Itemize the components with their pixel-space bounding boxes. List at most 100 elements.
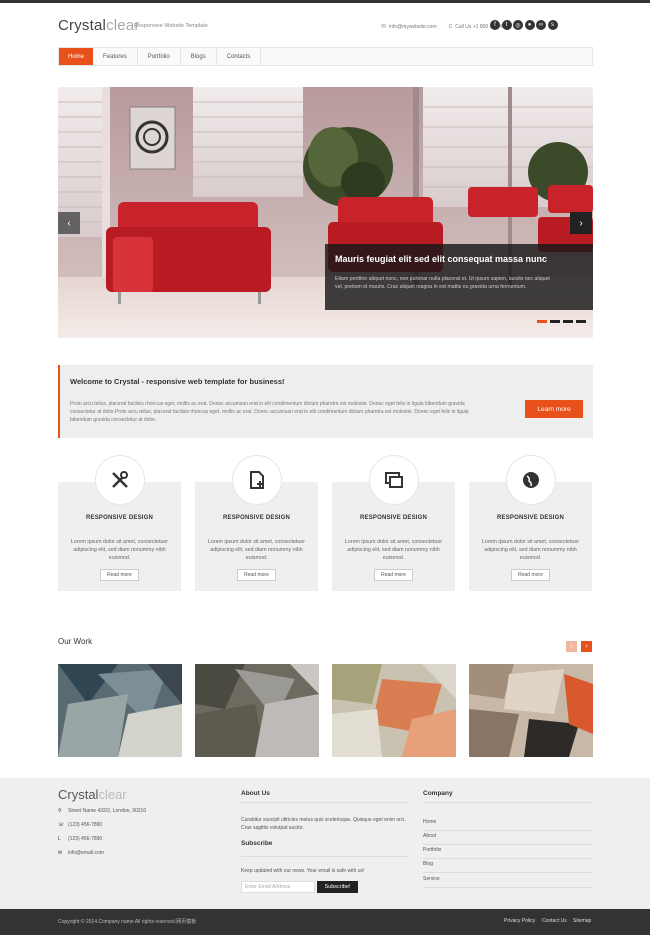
welcome-box: Welcome to Crystal - responsive web temp… xyxy=(58,365,593,438)
slider-dot[interactable] xyxy=(576,320,586,323)
slider-next-button[interactable]: › xyxy=(570,212,592,234)
divider xyxy=(423,802,592,803)
company-link-home[interactable]: Home xyxy=(423,819,436,825)
feature-text: Lorem ipsum dolor sit amet, consectetuer… xyxy=(481,539,580,561)
sitemap-link[interactable]: Sitemap xyxy=(573,918,591,924)
feature-title: RESPONSIVE DESIGN xyxy=(85,515,154,521)
phone-prefix: C xyxy=(448,23,453,30)
tools-icon xyxy=(112,471,128,488)
nav-item-blogs[interactable]: Blogs xyxy=(181,48,217,65)
feature-title: RESPONSIVE DESIGN xyxy=(496,515,565,521)
read-more-button[interactable]: Read more xyxy=(237,569,276,581)
windows-icon xyxy=(385,472,403,488)
divider xyxy=(241,802,409,803)
feature-card: RESPONSIVE DESIGN Lorem ipsum dolor sit … xyxy=(469,455,592,591)
read-more-button[interactable]: Read more xyxy=(374,569,413,581)
logo[interactable]: Crystalclear xyxy=(58,17,140,34)
portfolio-image xyxy=(469,664,593,757)
envelope-icon: ✉ xyxy=(381,24,387,30)
header-email[interactable]: info@mywebsite.com xyxy=(389,24,437,30)
portfolio-image xyxy=(195,664,319,757)
slider-dot[interactable] xyxy=(550,320,560,323)
dribbble-icon[interactable]: ◎ xyxy=(513,20,523,30)
caption-title: Mauris feugiat elit sed elit consequat m… xyxy=(335,254,548,264)
portfolio-thumbnail[interactable] xyxy=(58,664,182,757)
portfolio-image xyxy=(58,664,182,757)
subscribe-text: Keep updated with our news. Your email i… xyxy=(241,868,365,874)
phone-icon: ☏ xyxy=(58,822,65,828)
company-link-about[interactable]: About xyxy=(423,833,436,839)
footer-phone: ☏ (123) 456-7890 xyxy=(58,822,102,828)
slider-pagination xyxy=(537,320,586,323)
caption-line-1: Etiam porttitor aliquet nunc, non pulvin… xyxy=(335,276,550,282)
map-marker-icon: ⚲ xyxy=(58,808,62,814)
document-add-icon xyxy=(250,471,264,489)
footer-logo-secondary: clear xyxy=(98,787,127,802)
main-nav: Home Features Portfolio Blogs Contacts xyxy=(58,47,593,66)
skype-icon[interactable]: s xyxy=(547,20,558,30)
welcome-text: Proin arcu tellus, placerat facilisis rh… xyxy=(70,401,469,423)
company-title: Company xyxy=(423,790,453,797)
feature-text: Lorem ipsum dolor sit amet, consectetuer… xyxy=(70,539,169,561)
email-text[interactable]: info@email.com xyxy=(68,850,104,856)
company-link-portfolio[interactable]: Portfolio xyxy=(423,847,441,853)
divider xyxy=(423,872,592,873)
address-text: Street Name 432/2, London, 90210 xyxy=(68,808,147,814)
read-more-button[interactable]: Read more xyxy=(100,569,139,581)
facebook-icon[interactable]: f xyxy=(490,20,500,30)
feature-title: RESPONSIVE DESIGN xyxy=(359,515,428,521)
divider xyxy=(423,830,592,831)
feature-card: RESPONSIVE DESIGN Lorem ipsum dolor sit … xyxy=(332,455,455,591)
slider-caption: Mauris feugiat elit sed elit consequat m… xyxy=(325,244,593,310)
feature-icon-circle xyxy=(95,455,145,505)
nav-item-home[interactable]: Home xyxy=(59,48,94,65)
subscribe-title: Subscribe xyxy=(241,840,273,847)
footer-email: ✉ info@email.com xyxy=(58,850,104,856)
social-links: f t ◎ ● ∞ s xyxy=(490,20,558,30)
work-next-button[interactable]: › xyxy=(581,641,592,652)
contact-us-link[interactable]: Contact Us xyxy=(542,918,567,924)
globe-icon xyxy=(523,472,539,488)
company-link-blog[interactable]: Blog xyxy=(423,861,433,867)
privacy-policy-link[interactable]: Privacy Policy xyxy=(504,918,535,924)
subscribe-button[interactable]: Subscribe! xyxy=(317,881,358,893)
mobile-icon: L xyxy=(58,836,61,842)
caption-line-2: vel, pretium id mauris. Cras aliquet mag… xyxy=(335,284,527,290)
copyright-text: Copyright © 2014.Company name All rights… xyxy=(58,919,197,925)
read-more-button[interactable]: Read more xyxy=(511,569,550,581)
divider xyxy=(241,856,409,857)
feature-title: RESPONSIVE DESIGN xyxy=(222,515,291,521)
company-link-service[interactable]: Service xyxy=(423,876,440,882)
feature-card: RESPONSIVE DESIGN Lorem ipsum dolor sit … xyxy=(195,455,318,591)
portfolio-thumbnail[interactable] xyxy=(469,664,593,757)
feature-icon-circle xyxy=(369,455,419,505)
divider xyxy=(423,858,592,859)
flickr-icon[interactable]: ● xyxy=(524,20,535,30)
about-title: About Us xyxy=(241,790,270,797)
nav-item-features[interactable]: Features xyxy=(93,48,138,65)
slider-dot[interactable] xyxy=(537,320,547,323)
tumblr-icon[interactable]: t xyxy=(501,20,512,30)
learn-more-button[interactable]: Learn more xyxy=(525,400,583,418)
nav-item-contacts[interactable]: Contacts xyxy=(217,48,262,65)
work-prev-button[interactable]: ‹ xyxy=(566,641,577,652)
divider xyxy=(423,844,592,845)
our-work-title: Our Work xyxy=(58,637,93,646)
feature-icon-circle xyxy=(232,455,282,505)
slider-prev-button[interactable]: ‹ xyxy=(58,212,80,234)
feature-text: Lorem ipsum dolor sit amet, consectetuer… xyxy=(207,539,306,561)
portfolio-image xyxy=(332,664,456,757)
footer-logo[interactable]: Crystalclear xyxy=(58,787,127,802)
subscribe-email-input[interactable]: Enter Email Address xyxy=(241,881,315,893)
lastfm-icon[interactable]: ∞ xyxy=(536,20,546,30)
nav-item-portfolio[interactable]: Portfolio xyxy=(138,48,181,65)
logo-primary: Crystal xyxy=(58,17,107,34)
slider-dot[interactable] xyxy=(563,320,573,323)
footer-address: ⚲ Street Name 432/2, London, 90210 xyxy=(58,808,146,814)
portfolio-thumbnail[interactable] xyxy=(195,664,319,757)
portfolio-thumbnail[interactable] xyxy=(332,664,456,757)
footer-logo-primary: Crystal xyxy=(58,787,99,802)
footer-phone-alt: L (123) 456-7890 xyxy=(58,836,102,842)
top-strip xyxy=(0,0,650,3)
divider xyxy=(423,887,592,888)
